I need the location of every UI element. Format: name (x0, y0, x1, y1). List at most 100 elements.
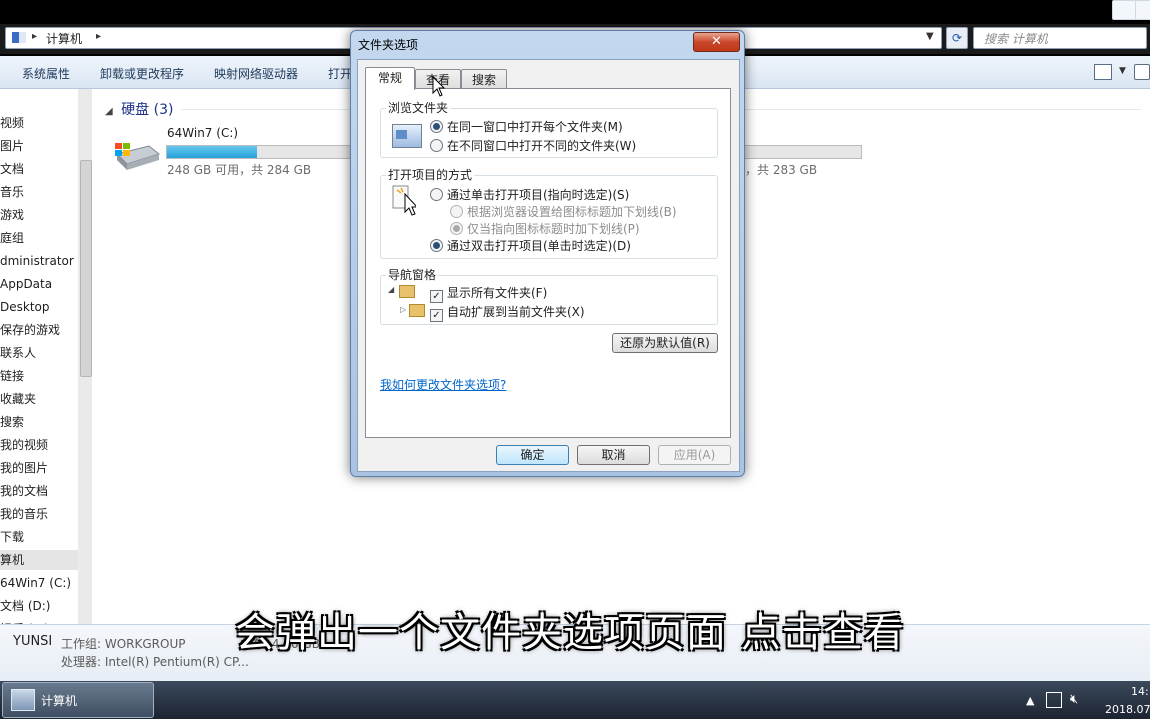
nav-item[interactable]: 下载 (0, 527, 78, 547)
taskbar-computer-label: 计算机 (41, 694, 78, 708)
dialog-title: 文件夹选项 (358, 38, 419, 52)
nav-item[interactable]: dministrator (0, 251, 78, 271)
radio-unselected[interactable] (430, 188, 443, 201)
general-tab-panel: 浏览文件夹 在同一窗口中打开每个文件夹(M) 在不同窗口中打开不同的文件夹(W)… (365, 88, 731, 438)
hard-disks-group-header[interactable]: ◢ 硬盘 (3) (105, 99, 1141, 119)
checkbox-checked[interactable]: ✓ (430, 290, 443, 303)
radio-disabled (450, 205, 463, 218)
collapse-arrow-icon[interactable]: ◢ (105, 106, 113, 117)
clock-date[interactable]: 2018.07 (1105, 703, 1150, 716)
underline-browser-label: 根据浏览器设置给图标标题加下划线(B) (467, 205, 677, 219)
view-dropdown-icon[interactable]: ▼ (1119, 66, 1126, 76)
computer-icon (11, 689, 35, 711)
nav-item[interactable]: 音乐 (0, 182, 78, 202)
taskbar (0, 681, 1150, 719)
radio-unselected[interactable] (430, 139, 443, 152)
computer-name: YUNSI (13, 634, 53, 649)
dialog-close-button[interactable]: ✕ (693, 32, 740, 52)
radio-selected[interactable] (430, 120, 443, 133)
clock-time[interactable]: 14: (1131, 685, 1149, 698)
double-click-radio[interactable]: 通过双击打开项目(单击时选定)(D) (430, 237, 631, 254)
help-link[interactable]: 我如何更改文件夹选项? (380, 376, 506, 393)
underline-hover-label: 仅当指向图标标题时加下划线(P) (467, 222, 640, 236)
click-cursor-icon (392, 184, 419, 216)
radio-disabled-selected (450, 222, 463, 235)
nav-item[interactable]: 我的音乐 (0, 504, 78, 524)
single-click-label: 通过单击打开项目(指向时选定)(S) (447, 188, 630, 202)
ok-button[interactable]: 确定 (496, 445, 569, 465)
browse-folders-title: 浏览文件夹 (386, 99, 451, 116)
open-same-window-radio[interactable]: 在同一窗口中打开每个文件夹(M) (430, 118, 623, 135)
nav-item[interactable]: 文档 (0, 159, 78, 179)
workgroup-text: 工作组: WORKGROUP (61, 637, 186, 651)
mouse-cursor-icon (432, 75, 446, 98)
nav-scrollbar-thumb[interactable] (80, 160, 92, 377)
drive-c-space: 248 GB 可用，共 284 GB (167, 163, 312, 177)
volume-muted-icon[interactable]: 🔇︎ (1070, 692, 1078, 707)
nav-item[interactable]: 庭组 (0, 228, 78, 248)
nav-item[interactable]: AppData (0, 274, 78, 294)
tab-general[interactable]: 常规 (365, 67, 415, 90)
view-options-icon[interactable] (1094, 64, 1112, 80)
map-network-drive-button[interactable]: 映射网络驱动器 (214, 65, 298, 82)
chevron-right-icon[interactable]: ▸ (32, 31, 37, 42)
open-new-window-radio[interactable]: 在不同窗口中打开不同的文件夹(W) (430, 137, 636, 154)
checkbox-checked[interactable]: ✓ (430, 309, 443, 322)
chevron-right-icon[interactable]: ▸ (96, 31, 101, 42)
radio-selected[interactable] (430, 239, 443, 252)
tab-search[interactable]: 搜索 (461, 69, 507, 90)
breadcrumb-computer[interactable]: 计算机 (46, 30, 82, 47)
refresh-button[interactable]: ⟳ (946, 27, 968, 49)
nav-item[interactable]: 我的图片 (0, 458, 78, 478)
close-icon: ✕ (711, 34, 722, 49)
system-properties-button[interactable]: 系统属性 (22, 65, 70, 82)
tray-expand-icon[interactable]: ▲ (1026, 694, 1034, 707)
nav-item[interactable]: 图片 (0, 136, 78, 156)
drive-d-space: ，共 283 GB (745, 163, 818, 177)
single-click-radio[interactable]: 通过单击打开项目(指向时选定)(S) (430, 186, 629, 203)
nav-item[interactable]: 保存的游戏 (0, 320, 78, 340)
show-all-folders-checkbox[interactable]: ✓ 显示所有文件夹(F) (430, 284, 547, 303)
taskbar-computer-button[interactable]: 计算机 (2, 682, 154, 718)
refresh-icon: ⟳ (951, 31, 963, 45)
drive-c-icon[interactable] (113, 140, 161, 172)
nav-item[interactable]: 链接 (0, 366, 78, 386)
tree-collapsed-icon: ▷ (400, 305, 407, 314)
nav-item[interactable]: 算机 (0, 550, 78, 570)
drive-c-label[interactable]: 64Win7 (C:) (167, 126, 238, 140)
click-items-title: 打开项目的方式 (386, 166, 475, 183)
nav-item[interactable]: 64Win7 (C:) (0, 573, 78, 593)
group-title: 硬盘 (3) (121, 102, 174, 118)
browse-folders-icon (392, 124, 422, 148)
nav-item[interactable]: 收藏夹 (0, 389, 78, 409)
navigation-pane-title: 导航窗格 (386, 266, 439, 283)
folder-icon (409, 304, 425, 317)
nav-item[interactable]: 搜索 (0, 412, 78, 432)
search-input[interactable]: 搜索 计算机 (973, 27, 1147, 49)
nav-item[interactable]: 我的视频 (0, 435, 78, 455)
auto-expand-checkbox[interactable]: ✓ 自动扩展到当前文件夹(X) (430, 303, 585, 322)
computer-icon (12, 32, 26, 43)
folder-options-dialog: 文件夹选项 ✕ 常规 查看 搜索 浏览文件夹 在同一窗口中打开每个文件夹(M) … (350, 30, 745, 477)
uninstall-program-button[interactable]: 卸载或更改程序 (100, 65, 184, 82)
nav-item[interactable]: 联系人 (0, 343, 78, 363)
open-new-window-label: 在不同窗口中打开不同的文件夹(W) (447, 139, 637, 153)
open-button[interactable]: 打开 (328, 65, 352, 82)
tree-expanded-icon: ◢ (388, 285, 395, 294)
cpu-text: 处理器: Intel(R) Pentium(R) CP... (61, 655, 249, 669)
nav-item[interactable]: Desktop (0, 297, 78, 317)
dialog-body: 常规 查看 搜索 浏览文件夹 在同一窗口中打开每个文件夹(M) 在不同窗口中打开… (357, 59, 740, 472)
double-click-label: 通过双击打开项目(单击时选定)(D) (447, 239, 631, 253)
nav-item[interactable]: 游戏 (0, 205, 78, 225)
apply-button[interactable]: 应用(A) (658, 445, 731, 465)
maximize-button[interactable] (1135, 0, 1150, 20)
explorer-titlebar (0, 0, 1150, 24)
restore-defaults-button[interactable]: 还原为默认值(R) (612, 333, 718, 353)
cancel-button[interactable]: 取消 (577, 445, 650, 465)
nav-item[interactable]: 我的文档 (0, 481, 78, 501)
dropdown-arrow-icon[interactable]: ▼ (926, 31, 934, 42)
nav-item[interactable]: 文档 (D:) (0, 596, 78, 616)
nav-item[interactable]: 视频 (0, 113, 78, 133)
network-icon[interactable] (1046, 692, 1062, 708)
preview-pane-icon[interactable] (1134, 64, 1150, 80)
